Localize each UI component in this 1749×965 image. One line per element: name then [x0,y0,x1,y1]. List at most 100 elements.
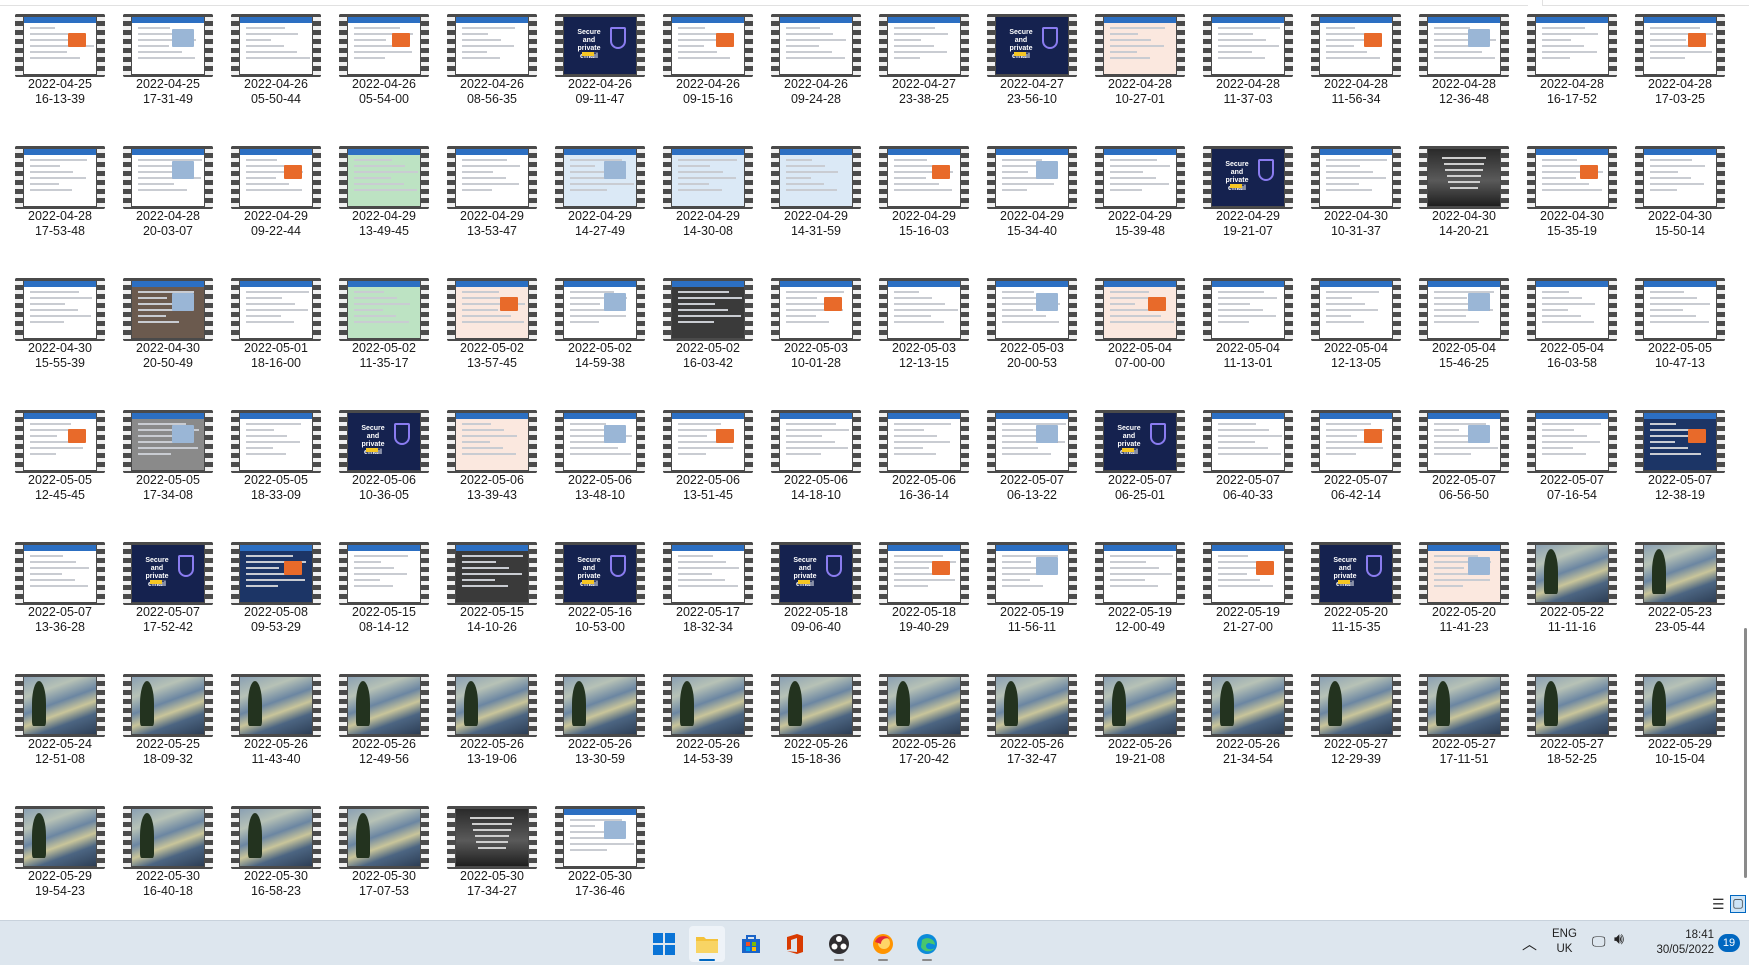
video-file-item[interactable]: 2022-05-26 17-20-42 [878,674,970,771]
video-file-item[interactable]: 2022-05-19 21-27-00 [1202,542,1294,639]
video-file-item[interactable]: 2022-05-03 10-01-28 [770,278,862,375]
video-file-item[interactable]: Secure and private email 2022-04-29 19-21-… [1202,146,1294,243]
video-file-item[interactable]: Secure and private email 2022-05-16 10-53-… [554,542,646,639]
windows-start-icon[interactable] [646,926,682,962]
video-file-item[interactable]: 2022-04-29 14-27-49 [554,146,646,243]
video-file-item[interactable]: 2022-04-28 17-03-25 [1634,14,1726,111]
video-file-item[interactable]: 2022-05-05 18-33-09 [230,410,322,507]
video-file-item[interactable]: 2022-05-22 11-11-16 [1526,542,1618,639]
edge-icon[interactable] [909,926,945,962]
video-file-item[interactable]: 2022-05-17 18-32-34 [662,542,754,639]
firefox-icon[interactable] [865,926,901,962]
video-file-item[interactable]: 2022-04-27 23-38-25 [878,14,970,111]
video-file-item[interactable]: 2022-05-06 13-51-45 [662,410,754,507]
video-file-item[interactable]: 2022-04-30 14-20-21 [1418,146,1510,243]
video-file-item[interactable]: 2022-04-29 13-49-45 [338,146,430,243]
video-file-item[interactable]: Secure and private email 2022-05-07 06-25-… [1094,410,1186,507]
video-file-item[interactable]: Secure and private email 2022-05-18 09-06-… [770,542,862,639]
video-file-item[interactable]: 2022-05-27 17-11-51 [1418,674,1510,771]
video-file-item[interactable]: 2022-05-04 15-46-25 [1418,278,1510,375]
video-file-item[interactable]: 2022-04-30 10-31-37 [1310,146,1402,243]
video-file-item[interactable]: 2022-05-07 06-40-33 [1202,410,1294,507]
vertical-scrollbar[interactable] [1744,628,1747,878]
folder-icon[interactable] [689,926,725,962]
video-file-item[interactable]: 2022-04-26 05-50-44 [230,14,322,111]
video-file-item[interactable]: 2022-05-01 18-16-00 [230,278,322,375]
language-indicator[interactable]: ENG UK [1552,927,1577,957]
video-file-item[interactable]: 2022-05-07 06-42-14 [1310,410,1402,507]
video-file-item[interactable]: 2022-05-26 13-19-06 [446,674,538,771]
video-file-item[interactable]: 2022-04-29 14-31-59 [770,146,862,243]
video-file-item[interactable]: 2022-04-29 15-16-03 [878,146,970,243]
video-file-item[interactable]: 2022-05-27 12-29-39 [1310,674,1402,771]
store-icon[interactable] [733,926,769,962]
video-file-item[interactable]: 2022-04-26 08-56-35 [446,14,538,111]
video-file-item[interactable]: 2022-05-07 12-38-19 [1634,410,1726,507]
video-file-item[interactable]: 2022-05-15 08-14-12 [338,542,430,639]
video-file-item[interactable]: 2022-04-28 17-53-48 [14,146,106,243]
details-view-icon[interactable]: ☰ [1712,896,1728,912]
video-file-item[interactable]: 2022-05-30 16-58-23 [230,806,322,903]
video-file-item[interactable]: 2022-04-28 10-27-01 [1094,14,1186,111]
video-file-item[interactable]: 2022-05-19 12-00-49 [1094,542,1186,639]
video-file-item[interactable]: 2022-05-18 19-40-29 [878,542,970,639]
video-file-item[interactable]: 2022-04-26 09-15-16 [662,14,754,111]
video-file-item[interactable]: 2022-05-06 14-18-10 [770,410,862,507]
video-file-item[interactable]: 2022-05-19 11-56-11 [986,542,1078,639]
video-file-item[interactable]: 2022-05-26 12-49-56 [338,674,430,771]
video-file-item[interactable]: 2022-05-02 11-35-17 [338,278,430,375]
record-icon[interactable] [821,926,857,962]
video-file-item[interactable]: 2022-05-20 11-41-23 [1418,542,1510,639]
video-file-item[interactable]: 2022-05-30 17-36-46 [554,806,646,903]
video-file-item[interactable]: 2022-04-28 12-36-48 [1418,14,1510,111]
video-file-item[interactable]: 2022-05-04 07-00-00 [1094,278,1186,375]
video-file-item[interactable]: 2022-05-26 21-34-54 [1202,674,1294,771]
video-file-item[interactable]: 2022-04-28 20-03-07 [122,146,214,243]
video-file-item[interactable]: 2022-05-27 18-52-25 [1526,674,1618,771]
video-file-item[interactable]: 2022-04-30 15-50-14 [1634,146,1726,243]
system-clock[interactable]: 18:41 30/05/2022 [1650,928,1714,958]
video-file-item[interactable]: 2022-04-29 14-30-08 [662,146,754,243]
video-file-item[interactable]: 2022-05-05 12-45-45 [14,410,106,507]
video-file-item[interactable]: 2022-05-15 14-10-26 [446,542,538,639]
notification-badge[interactable]: 19 [1718,934,1740,952]
video-file-item[interactable]: 2022-05-02 14-59-38 [554,278,646,375]
video-file-item[interactable]: 2022-05-07 13-36-28 [14,542,106,639]
video-file-item[interactable]: 2022-04-29 13-53-47 [446,146,538,243]
video-file-item[interactable]: 2022-04-28 11-56-34 [1310,14,1402,111]
video-file-item[interactable]: 2022-05-05 10-47-13 [1634,278,1726,375]
video-file-item[interactable]: 2022-05-30 17-34-27 [446,806,538,903]
video-file-item[interactable]: Secure and private email 2022-05-07 17-52-… [122,542,214,639]
video-file-item[interactable]: 2022-04-25 16-13-39 [14,14,106,111]
video-file-item[interactable]: 2022-05-26 19-21-08 [1094,674,1186,771]
video-file-item[interactable]: 2022-05-26 11-43-40 [230,674,322,771]
video-file-item[interactable]: 2022-05-06 16-36-14 [878,410,970,507]
video-file-item[interactable]: 2022-04-28 11-37-03 [1202,14,1294,111]
video-file-item[interactable]: 2022-04-25 17-31-49 [122,14,214,111]
network-icon[interactable]: 🖵 [1592,933,1606,950]
video-file-item[interactable]: Secure and private email 2022-05-06 10-36-… [338,410,430,507]
video-file-item[interactable]: 2022-05-06 13-48-10 [554,410,646,507]
video-file-item[interactable]: Secure and private email 2022-04-27 23-56-… [986,14,1078,111]
video-file-item[interactable]: Secure and private email 2022-04-26 09-11-… [554,14,646,111]
large-icons-view-icon[interactable]: ▢ [1730,895,1746,913]
video-file-item[interactable]: 2022-05-07 06-13-22 [986,410,1078,507]
video-file-item[interactable]: 2022-05-07 06-56-50 [1418,410,1510,507]
video-file-item[interactable]: 2022-05-29 10-15-04 [1634,674,1726,771]
video-file-item[interactable]: 2022-05-24 12-51-08 [14,674,106,771]
tray-overflow-chevron-icon[interactable]: ︿ [1522,933,1537,954]
video-file-item[interactable]: 2022-05-03 20-00-53 [986,278,1078,375]
video-file-item[interactable]: 2022-05-26 17-32-47 [986,674,1078,771]
video-file-item[interactable]: Secure and private email 2022-05-20 11-15-… [1310,542,1402,639]
video-file-item[interactable]: 2022-05-03 12-13-15 [878,278,970,375]
video-file-item[interactable]: 2022-05-04 12-13-05 [1310,278,1402,375]
video-file-item[interactable]: 2022-05-02 13-57-45 [446,278,538,375]
video-file-item[interactable]: 2022-05-25 18-09-32 [122,674,214,771]
video-file-item[interactable]: 2022-04-26 05-54-00 [338,14,430,111]
video-file-item[interactable]: 2022-05-04 16-03-58 [1526,278,1618,375]
video-file-item[interactable]: 2022-05-26 15-18-36 [770,674,862,771]
video-file-item[interactable]: 2022-05-30 16-40-18 [122,806,214,903]
video-file-item[interactable]: 2022-04-29 15-39-48 [1094,146,1186,243]
office-icon[interactable] [777,926,813,962]
video-file-item[interactable]: 2022-05-05 17-34-08 [122,410,214,507]
